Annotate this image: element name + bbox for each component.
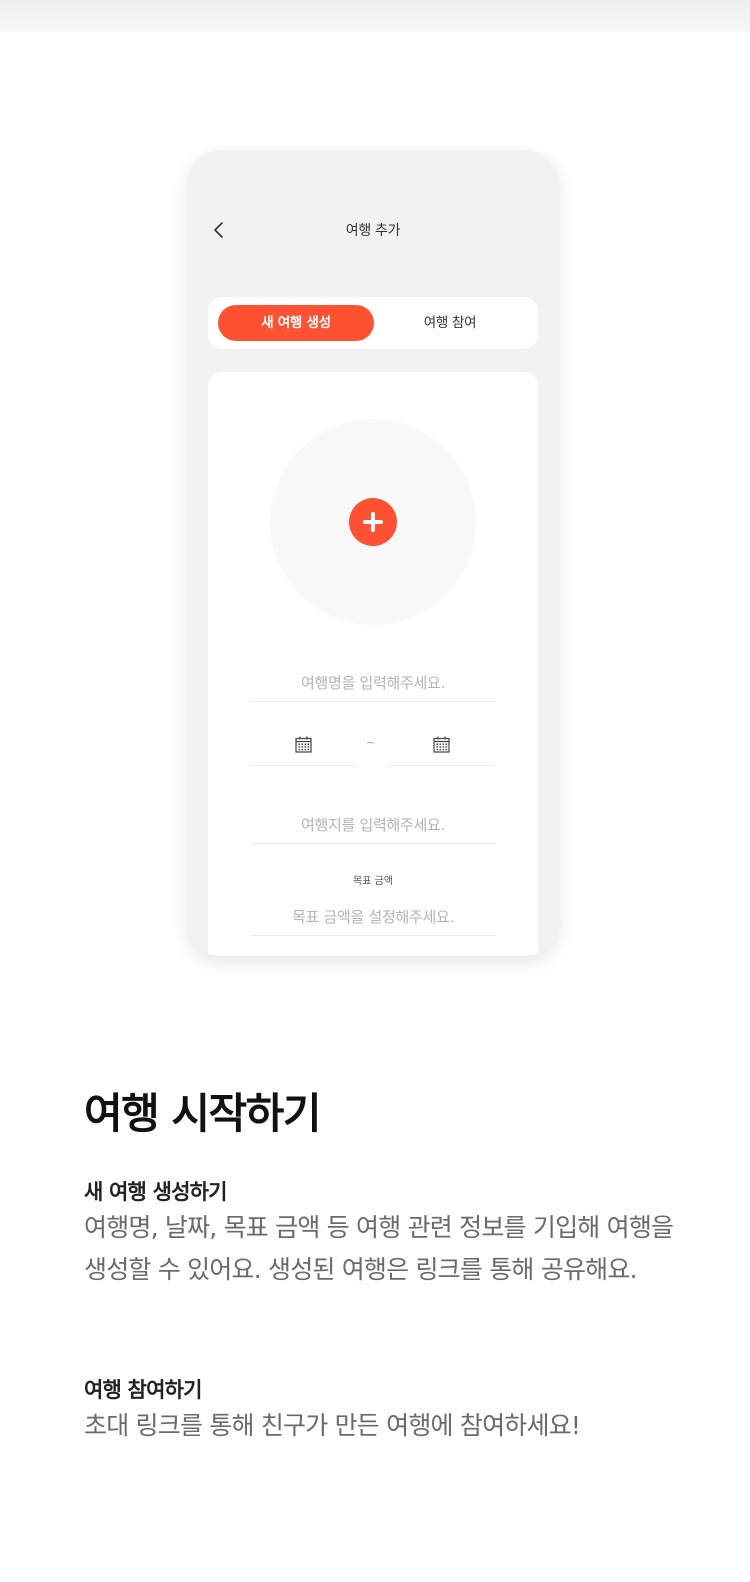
trip-form-card: 여행명을 입력해주세요. ~ 여행지를 입력해주세요. 목표 금액 목표 금액을… bbox=[208, 372, 538, 956]
feature-description-new-trip: 여행명, 날짜, 목표 금액 등 여행 관련 정보를 기입해 여행을 생성할 수… bbox=[84, 1213, 674, 1284]
date-separator: ~ bbox=[366, 736, 376, 749]
tab-new-trip[interactable]: 새 여행 생성 bbox=[218, 305, 374, 341]
feature-description-join-trip: 초대 링크를 통해 친구가 만든 여행에 참여하세요! bbox=[84, 1411, 581, 1440]
top-bar bbox=[0, 0, 750, 32]
page-title: 여행 추가 bbox=[345, 223, 401, 239]
trip-name-input[interactable]: 여행명을 입력해주세요. bbox=[250, 664, 496, 702]
destination-input[interactable]: 여행지를 입력해주세요. bbox=[250, 806, 496, 844]
feature-heading-join-trip: 여행 참여하기 bbox=[84, 1378, 202, 1402]
calendar-icon bbox=[433, 736, 450, 753]
phone-mockup: 여행 추가 새 여행 생성 여행 참여 여행명을 입력해주세요. ~ 여행지를 … bbox=[187, 150, 559, 956]
goal-amount-label: 목표 금액 bbox=[353, 876, 393, 887]
tab-join-trip[interactable]: 여행 참여 bbox=[372, 305, 528, 341]
section-title: 여행 시작하기 bbox=[84, 1089, 321, 1138]
feature-heading-new-trip: 새 여행 생성하기 bbox=[84, 1180, 227, 1204]
start-date-field[interactable] bbox=[250, 728, 356, 766]
nav-bar: 여행 추가 bbox=[187, 212, 559, 248]
goal-amount-input[interactable]: 목표 금액을 설정해주세요. bbox=[250, 898, 496, 936]
plus-icon[interactable] bbox=[349, 498, 397, 546]
photo-upload-area[interactable] bbox=[270, 419, 476, 625]
segment-control: 새 여행 생성 여행 참여 bbox=[208, 297, 538, 349]
calendar-icon bbox=[295, 736, 312, 753]
end-date-field[interactable] bbox=[388, 728, 494, 766]
